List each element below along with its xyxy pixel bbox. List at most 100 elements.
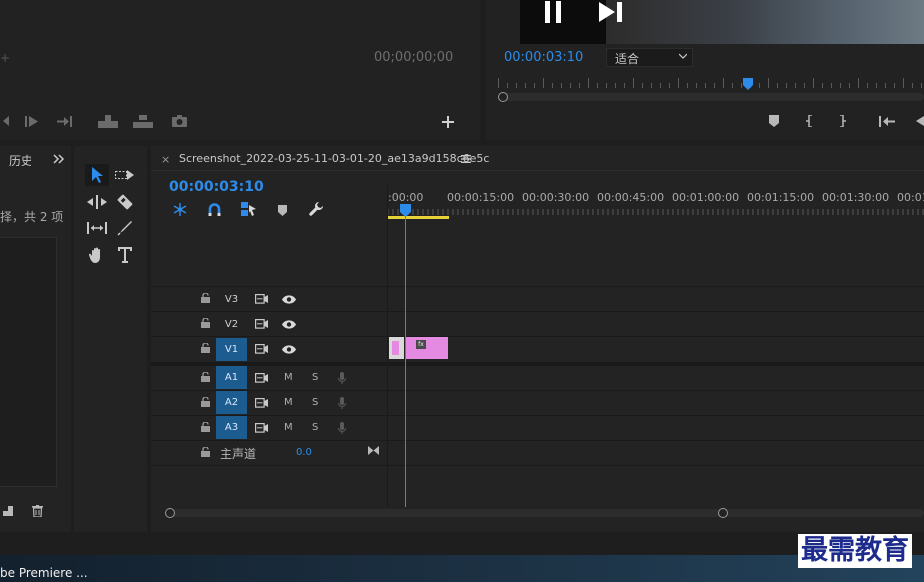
track-header-a2[interactable]: A2 M S <box>151 390 387 416</box>
add-marker-icon[interactable] <box>768 114 780 128</box>
lock-icon[interactable] <box>201 318 211 328</box>
toggle-sync-lock-icon[interactable] <box>254 318 268 330</box>
track-header-a1[interactable]: A1 M S <box>151 365 387 391</box>
toggle-sync-lock-icon[interactable] <box>254 397 268 409</box>
track-header-v2[interactable]: V2 <box>151 311 387 337</box>
track-lane-a3[interactable] <box>388 415 924 441</box>
new-item-icon[interactable] <box>2 505 14 517</box>
track-select-tool-icon[interactable] <box>114 165 136 185</box>
track-header-v3[interactable]: V3 <box>151 286 387 312</box>
eye-icon[interactable] <box>281 318 297 330</box>
mute-button[interactable]: M <box>284 372 293 383</box>
mute-button[interactable]: M <box>284 397 293 408</box>
taskbar-premiere-item[interactable]: be Premiere ... <box>0 566 88 580</box>
razor-tool-icon[interactable] <box>114 192 136 212</box>
program-mini-ruler[interactable] <box>498 78 924 88</box>
video-clip-2[interactable]: fx <box>405 337 448 359</box>
lock-icon[interactable] <box>201 372 211 382</box>
panel-overflow-icon[interactable] <box>52 152 66 166</box>
track-header-a3[interactable]: A3 M S <box>151 415 387 441</box>
eye-icon[interactable] <box>281 293 297 305</box>
close-sequence-icon[interactable]: × <box>161 153 170 166</box>
selection-tool-icon[interactable] <box>85 164 109 186</box>
trash-icon[interactable] <box>31 504 44 518</box>
camera-icon[interactable] <box>170 114 188 128</box>
track-lane-a1[interactable] <box>388 365 924 391</box>
play-in-to-out-icon[interactable] <box>24 114 40 128</box>
nest-icon[interactable] <box>172 202 188 216</box>
mark-in-icon[interactable] <box>804 114 816 128</box>
microphone-icon[interactable] <box>337 421 347 435</box>
program-timecode[interactable]: 00:00:03:10 <box>504 50 583 65</box>
work-area-bar[interactable] <box>388 216 449 219</box>
track-target-v1[interactable]: V1 <box>216 338 247 361</box>
project-bin-area[interactable] <box>0 237 57 487</box>
program-zoom-scrollbar[interactable] <box>500 93 924 101</box>
step-back-icon[interactable] <box>0 114 10 128</box>
track-header-master[interactable]: 主声道 0.0 <box>151 440 387 466</box>
toggle-sync-lock-icon[interactable] <box>254 293 268 305</box>
track-lane-v1[interactable] <box>388 336 924 362</box>
scrollbar-handle-right[interactable] <box>718 508 728 518</box>
insert-icon[interactable] <box>98 113 118 129</box>
timeline-scrollbar[interactable] <box>170 509 924 517</box>
lock-icon[interactable] <box>201 397 211 407</box>
program-playhead[interactable] <box>743 78 753 90</box>
track-target-a2[interactable]: A2 <box>216 391 247 414</box>
sequence-tab-title[interactable]: Screenshot_2022-03-25-11-03-01-20_ae13a9… <box>179 152 489 165</box>
toggle-sync-lock-icon[interactable] <box>254 372 268 384</box>
go-to-out-icon[interactable] <box>56 114 74 128</box>
linked-selection-icon[interactable] <box>240 202 256 216</box>
solo-button[interactable]: S <box>312 397 318 408</box>
track-lane-master[interactable] <box>388 440 924 466</box>
overwrite-icon[interactable] <box>133 113 153 129</box>
ruler-label: 00:00:45:00 <box>597 191 665 204</box>
slip-tool-icon[interactable] <box>86 218 108 238</box>
microphone-icon[interactable] <box>337 371 347 385</box>
track-area-bottom <box>151 465 924 466</box>
toggle-sync-lock-icon[interactable] <box>254 343 268 355</box>
lock-icon[interactable] <box>201 422 211 432</box>
track-target-a1[interactable]: A1 <box>216 366 247 389</box>
mark-out-icon[interactable] <box>836 114 848 128</box>
fit-dropdown[interactable]: 适合 <box>606 48 693 67</box>
eye-icon[interactable] <box>281 343 297 355</box>
scrollbar-handle-left[interactable] <box>498 92 508 102</box>
video-clip-1[interactable] <box>389 337 404 359</box>
pen-tool-icon[interactable] <box>114 218 136 238</box>
lock-icon[interactable] <box>201 343 211 353</box>
go-to-end-icon[interactable] <box>367 444 379 456</box>
snap-icon[interactable] <box>206 202 222 216</box>
ruler-label: 00:00:30:00 <box>522 191 590 204</box>
pause-icon[interactable] <box>542 0 564 24</box>
timeline-timecode[interactable]: 00:00:03:10 <box>169 179 264 195</box>
add-button[interactable] <box>440 114 456 130</box>
scrollbar-handle-left[interactable] <box>165 508 175 518</box>
microphone-icon[interactable] <box>337 396 347 410</box>
ripple-edit-tool-icon[interactable] <box>86 192 108 212</box>
type-tool-icon[interactable] <box>114 245 136 265</box>
track-lane-v3[interactable] <box>388 286 924 312</box>
wrench-icon[interactable] <box>308 201 324 217</box>
mute-button[interactable]: M <box>284 422 293 433</box>
master-volume-value[interactable]: 0.0 <box>296 447 312 458</box>
toggle-sync-lock-icon[interactable] <box>254 422 268 434</box>
ruler-label: :00:00 <box>388 191 424 204</box>
track-lane-a2[interactable] <box>388 390 924 416</box>
project-item-count: 择，共 2 项 <box>0 210 64 224</box>
hand-tool-icon[interactable] <box>86 245 108 265</box>
solo-button[interactable]: S <box>312 422 318 433</box>
program-monitor-panel: 00:00:03:10 适合 <box>486 0 924 140</box>
step-forward-icon[interactable] <box>598 0 624 24</box>
go-to-in-icon[interactable] <box>878 114 896 128</box>
step-back-icon-program[interactable] <box>914 114 924 128</box>
lock-icon[interactable] <box>201 447 211 457</box>
hamburger-menu-icon[interactable] <box>460 154 472 164</box>
track-header-v1[interactable]: V1 <box>151 336 387 362</box>
lock-icon[interactable] <box>201 293 211 303</box>
add-marker-icon-timeline[interactable] <box>276 203 288 217</box>
solo-button[interactable]: S <box>312 372 318 383</box>
track-target-a3[interactable]: A3 <box>216 416 247 439</box>
track-lane-v2[interactable] <box>388 311 924 337</box>
project-tab-label[interactable]: 历史 <box>9 152 31 169</box>
